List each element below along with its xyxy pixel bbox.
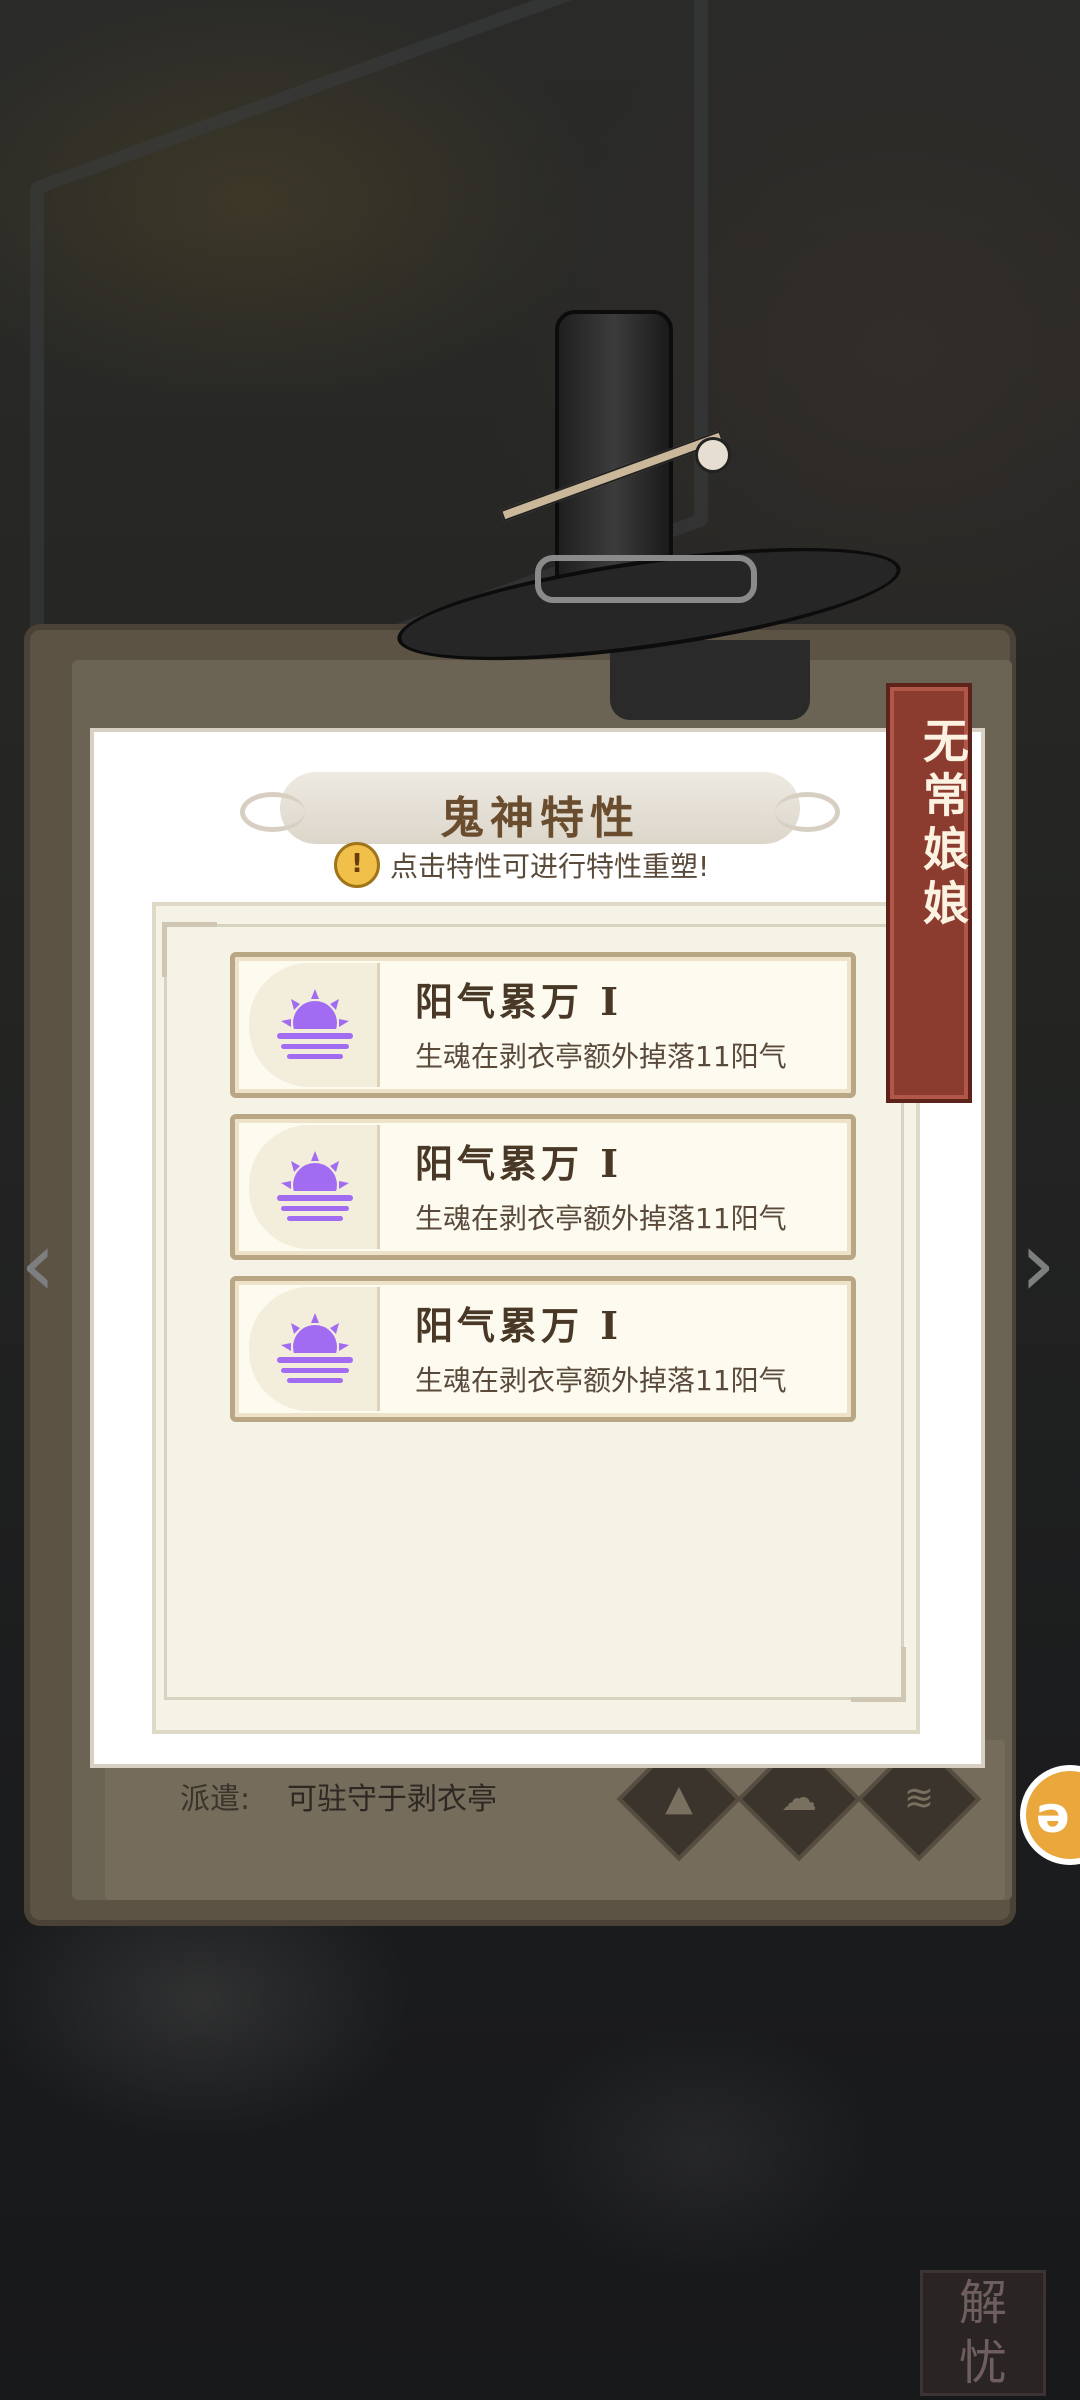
character-name-tag: 无常娘娘 bbox=[886, 683, 972, 1103]
hat-skull-ornament bbox=[695, 437, 731, 473]
trait-name: 阳气累万 I bbox=[415, 979, 623, 1024]
trait-description: 生魂在剥衣亭额外掉落11阳气 bbox=[415, 1040, 787, 1073]
corner-ornament bbox=[851, 1647, 906, 1702]
background-trees bbox=[0, 1850, 1080, 2400]
trait-name: 阳气累万 I bbox=[415, 1141, 623, 1186]
purple-sunset-icon bbox=[273, 989, 357, 1065]
dispatch-label: 派遣: bbox=[180, 1782, 251, 1817]
trait-name: 阳气累万 I bbox=[415, 1303, 623, 1348]
dialog-title: 鬼神特性 bbox=[440, 793, 640, 844]
character-face bbox=[610, 640, 810, 720]
dispatch-value: 可驻守于剥衣亭 bbox=[287, 1782, 497, 1817]
trait-description: 生魂在剥衣亭额外掉落11阳气 bbox=[415, 1364, 787, 1397]
next-arrow-icon[interactable]: › bbox=[1008, 1220, 1068, 1310]
character-name: 无常娘娘 bbox=[916, 717, 970, 933]
trait-card[interactable]: 阳气累万 I 生魂在剥衣亭额外掉落11阳气 bbox=[230, 1114, 856, 1260]
seal-logo-icon[interactable]: 解忧 bbox=[920, 2270, 1046, 2396]
hat-chain bbox=[535, 555, 757, 603]
exclamation-icon: ! bbox=[334, 842, 380, 888]
corner-ornament bbox=[162, 922, 217, 977]
reshape-hint: ! 点击特性可进行特性重塑! bbox=[334, 840, 709, 890]
trait-dialog: 鬼神特性 ! 点击特性可进行特性重塑! 阳气累万 I 生魂在剥衣亭额外掉落11阳… bbox=[90, 728, 985, 1768]
dialog-title-banner: 鬼神特性 bbox=[240, 772, 840, 844]
trait-card[interactable]: 阳气累万 I 生魂在剥衣亭额外掉落11阳气 bbox=[230, 952, 856, 1098]
trait-card[interactable]: 阳气累万 I 生魂在剥衣亭额外掉落11阳气 bbox=[230, 1276, 856, 1422]
trait-description: 生魂在剥衣亭额外掉落11阳气 bbox=[415, 1202, 787, 1235]
purple-sunset-icon bbox=[273, 1151, 357, 1227]
hint-text: 点击特性可进行特性重塑! bbox=[390, 850, 710, 883]
previous-arrow-icon[interactable]: ‹ bbox=[8, 1220, 68, 1310]
purple-sunset-icon bbox=[273, 1313, 357, 1389]
